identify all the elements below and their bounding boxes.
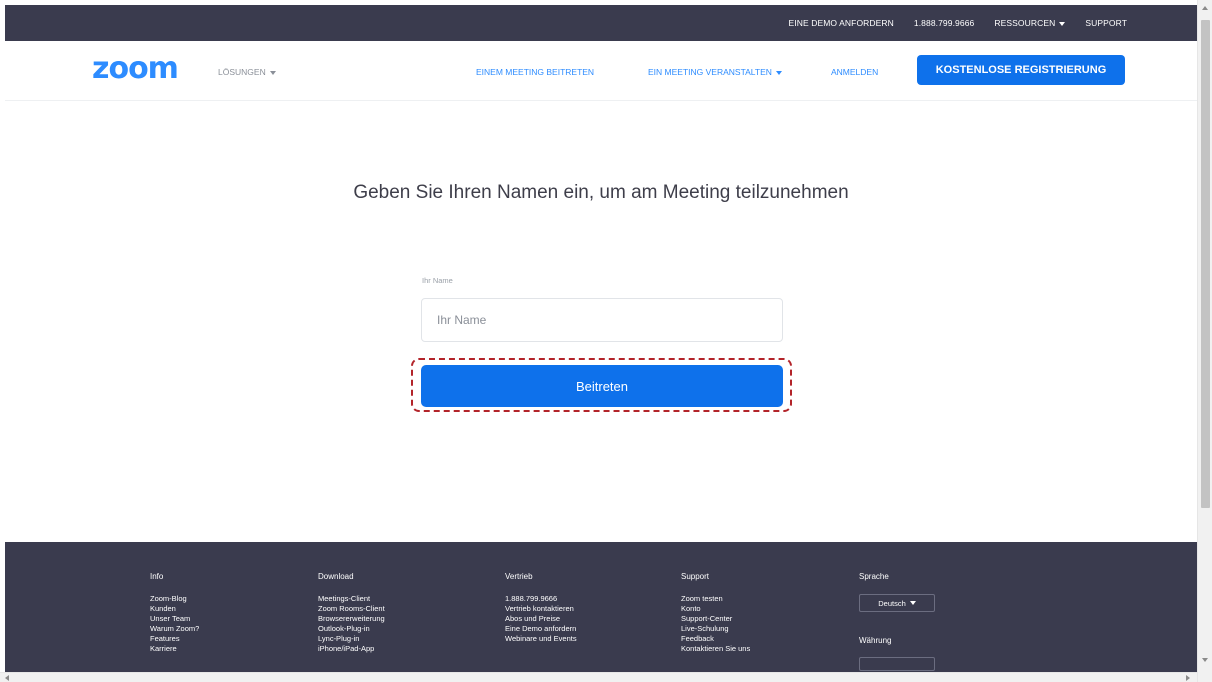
footer-link[interactable]: Live-Schulung	[681, 624, 750, 634]
footer-link[interactable]: Zoom Rooms-Client	[318, 604, 385, 614]
footer-link[interactable]: Warum Zoom?	[150, 624, 199, 634]
footer-link[interactable]: Vertrieb kontaktieren	[505, 604, 577, 614]
currency-heading: Währung	[859, 636, 892, 645]
join-meeting-link[interactable]: EINEM MEETING BEITRETEN	[476, 67, 594, 77]
language-select[interactable]: Deutsch	[859, 594, 935, 612]
vertical-scrollbar[interactable]	[1197, 0, 1212, 682]
scroll-left-icon[interactable]	[5, 675, 9, 681]
chevron-down-icon	[775, 70, 782, 75]
footer-link[interactable]: Browsererweiterung	[318, 614, 385, 624]
chevron-down-icon	[1059, 21, 1066, 26]
footer-heading: Download	[318, 572, 354, 581]
footer-link[interactable]: Webinare und Events	[505, 634, 577, 644]
currency-select[interactable]	[859, 657, 935, 671]
footer: Info Zoom-Blog Kunden Unser Team Warum Z…	[5, 542, 1197, 672]
solutions-label: LÖSUNGEN	[218, 67, 266, 77]
request-demo-link[interactable]: EINE DEMO ANFORDERN	[789, 18, 894, 28]
name-input[interactable]	[421, 298, 783, 342]
footer-heading: Vertrieb	[505, 572, 533, 581]
main-nav: zoom LÖSUNGEN EINEM MEETING BEITRETEN EI…	[5, 41, 1197, 101]
page-title: Geben Sie Ihren Namen ein, um am Meeting…	[353, 182, 849, 203]
footer-link[interactable]: Unser Team	[150, 614, 199, 624]
footer-link[interactable]: Eine Demo anfordern	[505, 624, 577, 634]
sign-in-link[interactable]: ANMELDEN	[831, 67, 878, 77]
footer-column-sales: Vertrieb 1.888.799.9666 Vertrieb kontakt…	[505, 572, 577, 644]
signup-button[interactable]: KOSTENLOSE REGISTRIERUNG	[917, 55, 1125, 85]
scroll-up-icon[interactable]	[1202, 6, 1208, 10]
zoom-logo[interactable]: zoom	[92, 54, 179, 84]
scroll-down-icon[interactable]	[1202, 658, 1208, 662]
name-field-label: Ihr Name	[422, 276, 453, 285]
host-meeting-label: EIN MEETING VERANSTALTEN	[648, 67, 772, 77]
browser-viewport: EINE DEMO ANFORDERN 1.888.799.9666 RESSO…	[5, 5, 1197, 672]
footer-link[interactable]: Meetings-Client	[318, 594, 385, 604]
footer-link[interactable]: Zoom testen	[681, 594, 750, 604]
resources-label: RESSOURCEN	[994, 18, 1056, 28]
footer-link[interactable]: iPhone/iPad-App	[318, 644, 385, 654]
footer-link[interactable]: Features	[150, 634, 199, 644]
footer-link[interactable]: Feedback	[681, 634, 750, 644]
chevron-down-icon	[269, 70, 276, 75]
horizontal-scrollbar[interactable]	[0, 672, 1197, 682]
join-button[interactable]: Beitreten	[421, 365, 783, 407]
footer-column-download: Download Meetings-Client Zoom Rooms-Clie…	[318, 572, 385, 654]
footer-column-info: Info Zoom-Blog Kunden Unser Team Warum Z…	[150, 572, 199, 654]
utility-bar: EINE DEMO ANFORDERN 1.888.799.9666 RESSO…	[5, 5, 1197, 41]
footer-link[interactable]: Outlook-Plug-in	[318, 624, 385, 634]
scroll-right-icon[interactable]	[1186, 675, 1190, 681]
footer-column-language: Sprache Deutsch Währung	[859, 572, 935, 671]
footer-heading: Support	[681, 572, 710, 581]
footer-link[interactable]: Karriere	[150, 644, 199, 654]
footer-column-support: Support Zoom testen Konto Support-Center…	[681, 572, 750, 654]
support-link[interactable]: SUPPORT	[1085, 18, 1127, 28]
footer-link[interactable]: Abos und Preise	[505, 614, 577, 624]
solutions-menu[interactable]: LÖSUNGEN	[218, 67, 276, 77]
host-meeting-menu[interactable]: EIN MEETING VERANSTALTEN	[648, 67, 782, 77]
footer-heading: Info	[150, 572, 164, 581]
footer-link[interactable]: Support-Center	[681, 614, 750, 624]
footer-link[interactable]: Lync-Plug-in	[318, 634, 385, 644]
footer-link[interactable]: Kunden	[150, 604, 199, 614]
chevron-down-icon	[909, 601, 916, 605]
footer-link[interactable]: Kontaktieren Sie uns	[681, 644, 750, 654]
footer-link[interactable]: 1.888.799.9666	[505, 594, 577, 604]
language-heading: Sprache	[859, 572, 889, 581]
language-value: Deutsch	[878, 598, 906, 608]
footer-link[interactable]: Zoom-Blog	[150, 594, 199, 604]
scrollbar-thumb[interactable]	[1201, 20, 1210, 508]
phone-link[interactable]: 1.888.799.9666	[914, 18, 975, 28]
resources-menu[interactable]: RESSOURCEN	[994, 18, 1066, 28]
footer-link[interactable]: Konto	[681, 604, 750, 614]
